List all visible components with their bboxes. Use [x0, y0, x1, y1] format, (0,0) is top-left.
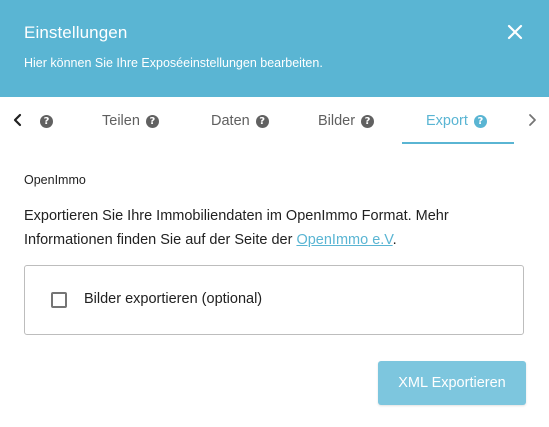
tab-export[interactable]: Export ? [426, 97, 487, 145]
chevron-left-icon [13, 113, 22, 127]
close-button[interactable] [505, 22, 525, 42]
dialog-header: Einstellungen Hier können Sie Ihre Expos… [0, 0, 549, 97]
tab-label: Daten [211, 113, 250, 129]
xml-export-button[interactable]: XML Exportieren [378, 361, 526, 405]
description-end: . [392, 232, 397, 248]
tab-bar: ? Teilen ? Daten ? Bilder ? Export ? [0, 97, 549, 145]
tab-bilder[interactable]: Bilder ? [318, 97, 375, 145]
close-icon [507, 24, 523, 40]
tab-label: Teilen [102, 113, 140, 129]
dialog-subtitle: Hier können Sie Ihre Exposéeinstellungen… [24, 56, 323, 70]
tab-daten[interactable]: Daten ? [211, 97, 269, 145]
tab-scroll-right-button[interactable] [524, 111, 540, 129]
tab-help[interactable]: ? [34, 97, 53, 145]
active-tab-indicator [402, 142, 514, 144]
export-options-box: Bilder exportieren (optional) [24, 265, 524, 335]
export-images-checkbox[interactable] [51, 292, 67, 308]
export-description: Exportieren Sie Ihre Immobiliendaten im … [24, 204, 504, 252]
help-icon: ? [145, 114, 159, 128]
section-label: OpenImmo [24, 173, 86, 187]
settings-dialog: Einstellungen Hier können Sie Ihre Expos… [0, 0, 549, 427]
tab-scroll-left-button[interactable] [10, 111, 26, 129]
openimmo-link[interactable]: OpenImmo e.V [296, 232, 392, 248]
tab-label: Export [426, 113, 468, 129]
help-icon: ? [40, 114, 53, 128]
tab-label: Bilder [318, 113, 356, 129]
dialog-title: Einstellungen [24, 23, 128, 42]
chevron-right-icon [529, 114, 536, 126]
help-icon: ? [473, 114, 487, 128]
tab-teilen[interactable]: Teilen ? [102, 97, 159, 145]
help-icon: ? [361, 114, 375, 128]
export-images-label[interactable]: Bilder exportieren (optional) [84, 291, 262, 307]
help-icon: ? [255, 114, 269, 128]
